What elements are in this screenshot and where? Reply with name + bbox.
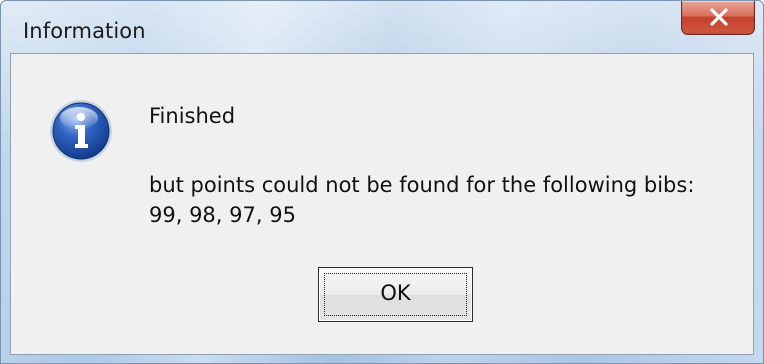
info-icon [48,98,114,164]
close-icon [710,8,728,26]
ok-button-label: OK [380,281,411,305]
ok-button[interactable]: OK [318,267,473,322]
bib-list-text: 99, 98, 97, 95 [149,203,296,227]
title-bar[interactable]: Information [1,1,763,53]
message-text: but points could not be found for the fo… [149,173,695,197]
information-dialog-window: Information Finished but points could no… [0,0,764,364]
close-button[interactable] [681,1,755,35]
window-title: Information [23,19,146,43]
message-heading: Finished [149,104,236,128]
dialog-content: Finished but points could not be found f… [10,53,754,355]
